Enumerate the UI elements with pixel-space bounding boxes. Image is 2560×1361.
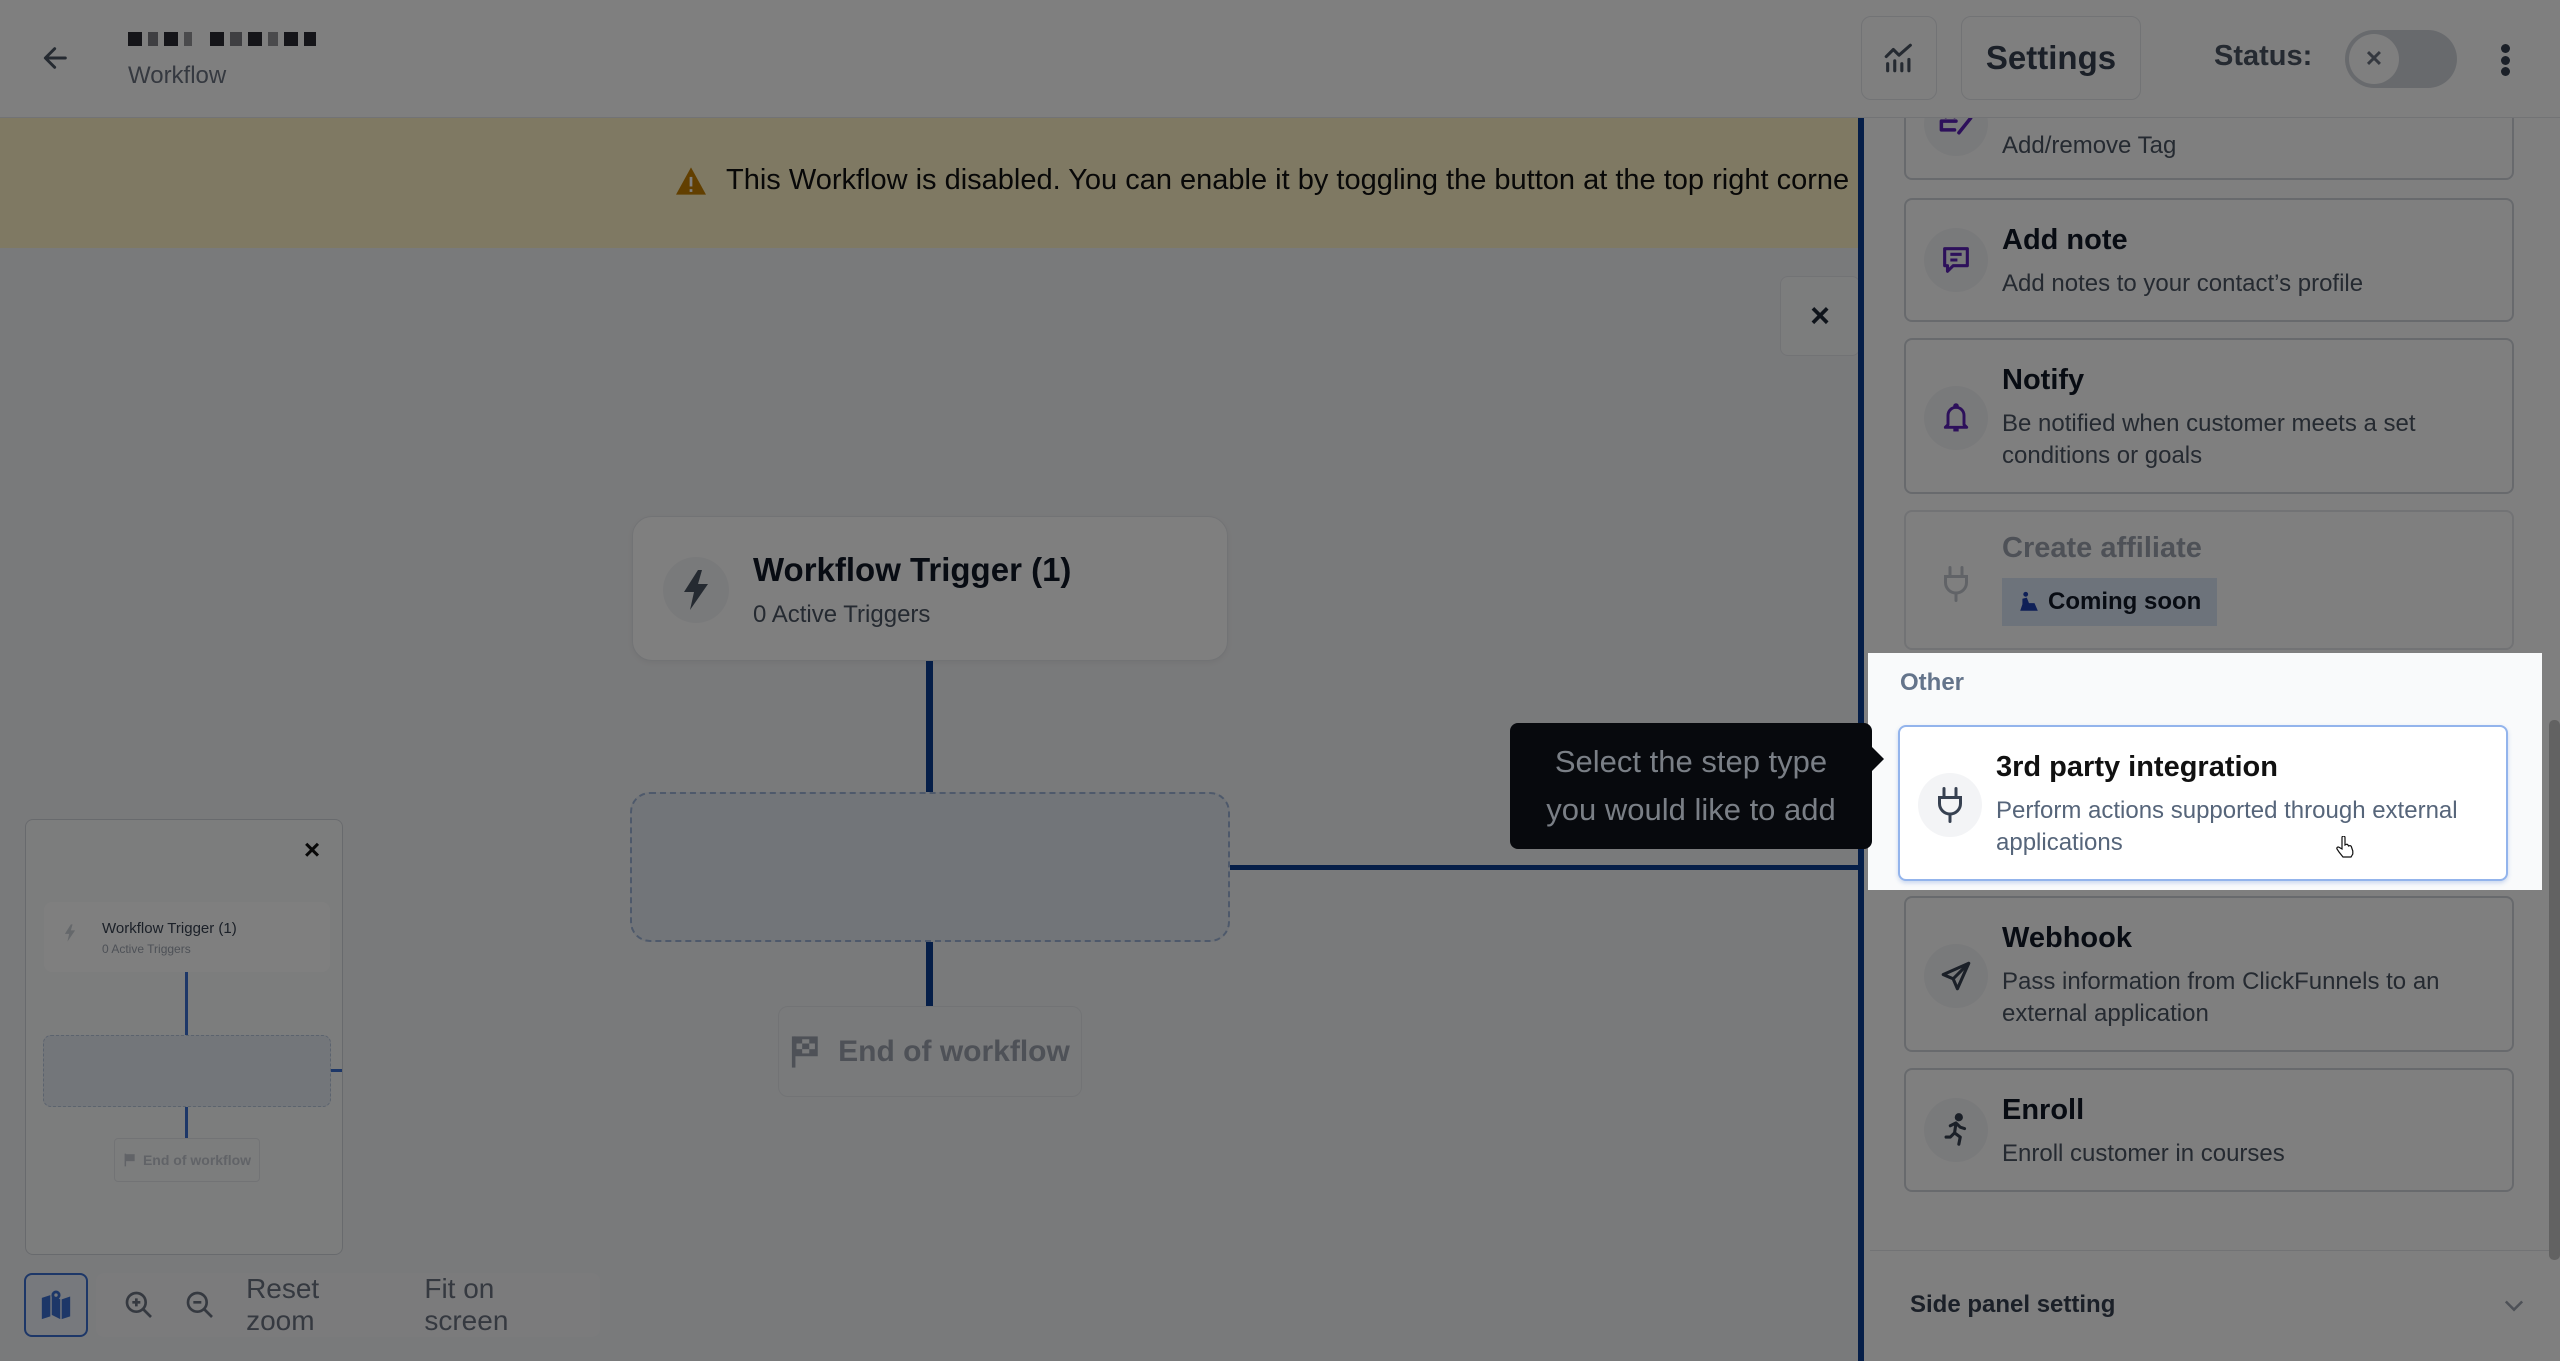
tooltip-arrow — [1872, 747, 1884, 771]
step-card-3rd-party-integration[interactable]: 3rd party integration Perform actions su… — [1898, 725, 2508, 881]
paper-plane-icon — [1941, 961, 1971, 991]
more-options-button[interactable] — [2490, 38, 2520, 82]
step-card-desc: Perform actions supported through extern… — [1996, 797, 2458, 856]
step-card-add-note[interactable]: Add note Add notes to your contact’s pro… — [1904, 198, 2514, 322]
bell-icon — [1943, 403, 1969, 432]
section-label-other: Other — [1900, 669, 1965, 696]
coming-soon-label: Coming soon — [2048, 588, 2202, 615]
tour-tooltip: Select the step type you would like to a… — [1510, 723, 1884, 849]
step-card-title: Notify — [2002, 364, 2085, 396]
workflow-title-redacted — [128, 22, 316, 56]
lightning-icon — [684, 570, 708, 610]
page-subtitle: Workflow — [128, 62, 227, 89]
minimap-placeholder — [43, 1035, 331, 1107]
chevron-down-icon — [2504, 1300, 2524, 1312]
connector-line — [926, 942, 933, 1006]
plug-icon — [1938, 787, 1962, 823]
minimap-end-node: End of workflow — [114, 1138, 260, 1182]
x-icon: ✕ — [2349, 34, 2399, 84]
zoom-out-button[interactable] — [170, 1273, 232, 1337]
kebab-dot — [2500, 55, 2510, 65]
status-label: Status: — [2214, 40, 2313, 72]
zoom-in-button[interactable] — [108, 1273, 170, 1337]
chart-icon — [1884, 43, 1912, 73]
step-card-title: 3rd party integration — [1996, 751, 2278, 783]
step-card-enroll[interactable]: Enroll Enroll customer in courses — [1904, 1068, 2514, 1192]
side-panel-setting-label: Side panel setting — [1910, 1291, 2116, 1318]
step-card-title: Add note — [2002, 224, 2128, 256]
checkered-flag-icon — [792, 1035, 818, 1068]
minimap-connector — [331, 1069, 342, 1072]
new-step-placeholder[interactable] — [630, 792, 1230, 942]
panel-scrollbar[interactable] — [2549, 720, 2560, 1260]
step-card-desc: Enroll customer in courses — [2002, 1140, 2285, 1167]
warning-icon — [676, 166, 706, 195]
minimap-connector — [185, 972, 188, 1035]
reset-zoom-button[interactable]: Reset zoom — [231, 1273, 409, 1337]
minimap-trigger-sub: 0 Active Triggers — [102, 942, 191, 956]
trigger-node-subtitle: 0 Active Triggers — [753, 601, 931, 628]
step-card-title: Enroll — [2002, 1094, 2085, 1126]
note-icon — [1943, 247, 1969, 273]
workflow-trigger-node[interactable]: Workflow Trigger (1) 0 Active Triggers — [632, 516, 1228, 661]
plug-icon — [1944, 566, 1968, 602]
back-button[interactable] — [36, 38, 76, 78]
status-toggle[interactable]: ✕ — [2345, 30, 2457, 88]
step-card-desc: Pass information from ClickFunnels to an… — [2002, 968, 2440, 1027]
kebab-dot — [2500, 67, 2510, 76]
zoom-controls: Reset zoom Fit on screen — [96, 1273, 600, 1337]
app-header: Workflow Settings Status: ✕ — [0, 0, 2560, 118]
tooltip-text: Select the step type you would like to a… — [1546, 744, 1836, 827]
step-card-desc: Add notes to your contact’s profile — [2002, 270, 2364, 297]
minimap-trigger-node: Workflow Trigger (1) 0 Active Triggers — [44, 902, 330, 972]
lightning-icon — [64, 924, 76, 942]
step-card-tag[interactable]: Add/remove Tag — [1904, 118, 2514, 180]
step-card-create-affiliate: Create affiliate Coming soon — [1904, 510, 2514, 650]
close-canvas-button[interactable]: × — [1780, 276, 1858, 356]
hand-cursor-icon — [2336, 836, 2354, 858]
kebab-dot — [2500, 44, 2510, 53]
step-card-notify[interactable]: Notify Be notified when customer meets a… — [1904, 338, 2514, 494]
minimap-end-label: End of workflow — [142, 1152, 252, 1168]
coming-soon-badge: Coming soon — [2002, 578, 2218, 626]
fit-on-screen-button[interactable]: Fit on screen — [409, 1273, 600, 1337]
step-card-desc: Add/remove Tag — [2002, 132, 2177, 159]
tag-edit-icon — [1939, 118, 1973, 135]
connector-line — [926, 661, 933, 792]
end-node-label: End of workflow — [838, 1034, 1070, 1068]
connector-line — [1230, 865, 1858, 870]
step-card-title: Create affiliate — [2002, 532, 2202, 564]
map-icon — [41, 1290, 71, 1320]
toggle-minimap-button[interactable] — [24, 1273, 88, 1337]
minimap-trigger-title: Workflow Trigger (1) — [102, 920, 237, 937]
step-card-title: Webhook — [2002, 922, 2132, 954]
construction-worker-icon — [2020, 591, 2038, 611]
analytics-button[interactable] — [1861, 16, 1937, 100]
zoom-in-icon — [125, 1291, 152, 1318]
tour-spotlight: Other 3rd party integration Perform acti… — [1868, 653, 2542, 890]
end-of-workflow-node[interactable]: End of workflow — [778, 1006, 1082, 1097]
step-card-desc: Be notified when customer meets a set co… — [2002, 410, 2416, 469]
trigger-node-title: Workflow Trigger (1) — [753, 551, 1072, 588]
minimap[interactable]: × Workflow Trigger (1) 0 Active Triggers… — [25, 819, 343, 1255]
zoom-out-icon — [186, 1291, 214, 1318]
minimap-close-button[interactable]: × — [296, 834, 328, 866]
arrow-left-icon — [43, 47, 67, 69]
minimap-connector — [185, 1107, 188, 1138]
banner-text: This Workflow is disabled. You can enabl… — [726, 164, 1850, 196]
checkered-flag-icon — [124, 1153, 135, 1167]
running-person-icon — [1944, 1113, 1967, 1146]
settings-button[interactable]: Settings — [1961, 16, 2141, 100]
step-card-webhook[interactable]: Webhook Pass information from ClickFunne… — [1904, 896, 2514, 1052]
side-panel-setting-toggle[interactable]: Side panel setting — [1870, 1250, 2560, 1361]
